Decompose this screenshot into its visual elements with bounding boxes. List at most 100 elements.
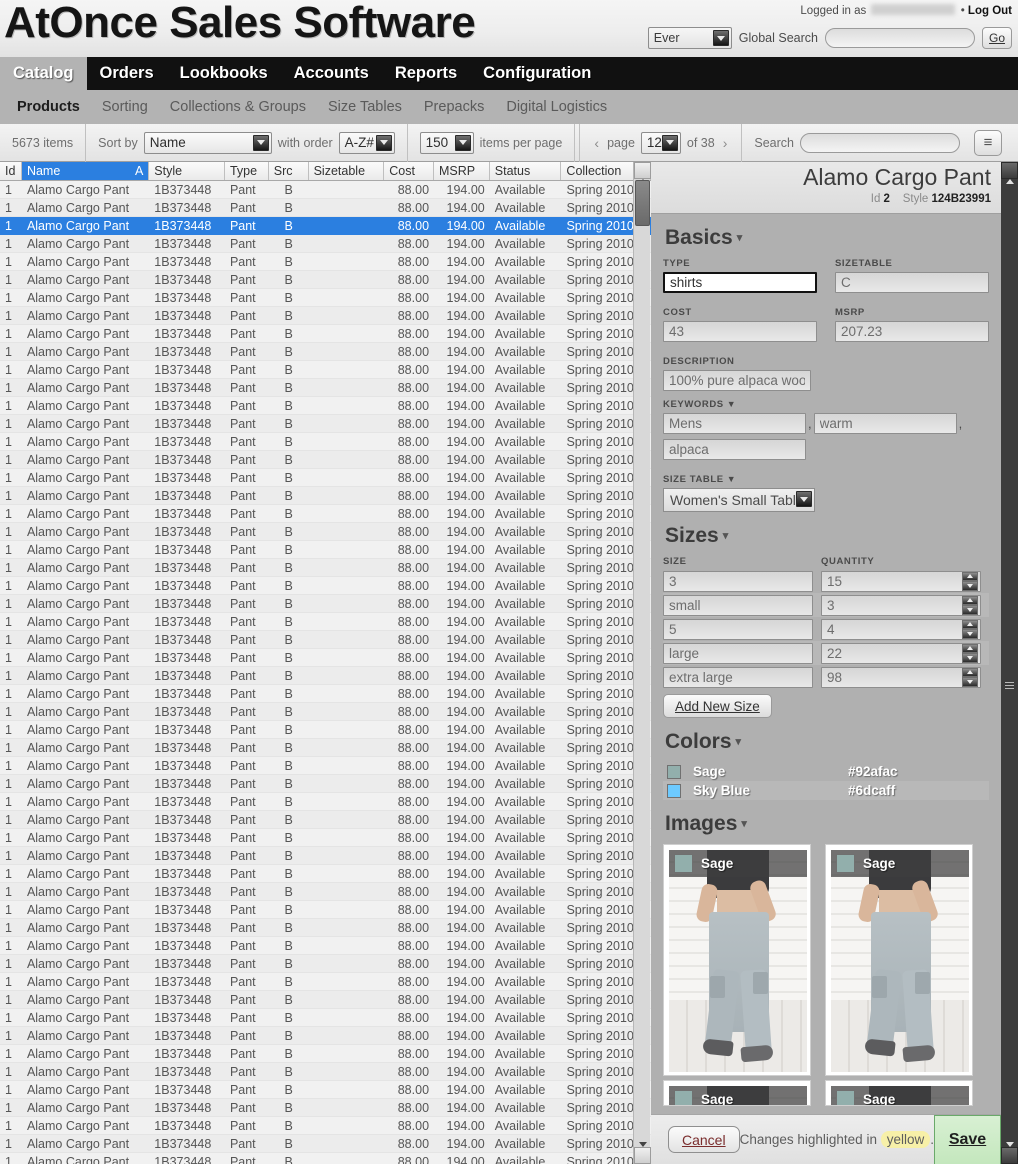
nav-item-reports[interactable]: Reports [382,57,470,90]
image-card[interactable]: Sage [663,1080,811,1106]
detail-vertical-scrollbar[interactable] [1001,162,1018,1164]
table-row[interactable]: 1 Alamo Cargo Pant 1B373448 Pant B 88.00 194.0… [0,829,651,847]
subnav-item-collections-and-groups[interactable]: Collections & Groups [159,99,317,115]
table-row[interactable]: 1 Alamo Cargo Pant 1B373448 Pant B 88.00 194.0… [0,937,651,955]
size-table-select[interactable]: Women's Small Table [663,488,815,512]
stepper-down-icon[interactable] [962,581,978,591]
subnav-item-digital-logistics[interactable]: Digital Logistics [495,99,618,115]
table-row[interactable]: 1 Alamo Cargo Pant 1B373448 Pant B 88.00 194.0… [0,415,651,433]
column-header-style[interactable]: Style [149,162,225,180]
section-header-sizes[interactable]: Sizes ▾ [665,524,989,548]
table-row[interactable]: 1 Alamo Cargo Pant 1B373448 Pant B 88.00 194.0… [0,793,651,811]
quantity-input-3[interactable] [821,642,981,664]
table-row[interactable]: 1 Alamo Cargo Pant 1B373448 Pant B 88.00 194.0… [0,865,651,883]
table-row[interactable]: 1 Alamo Cargo Pant 1B373448 Pant B 88.00 194.0… [0,667,651,685]
column-header-msrp[interactable]: MSRP [434,162,490,180]
quantity-stepper-1[interactable] [962,595,978,615]
table-row[interactable]: 1 Alamo Cargo Pant 1B373448 Pant B 88.00 194.0… [0,1153,651,1164]
table-row[interactable]: 1 Alamo Cargo Pant 1B373448 Pant B 88.00 194.0… [0,847,651,865]
table-row[interactable]: 1 Alamo Cargo Pant 1B373448 Pant B 88.00 194.0… [0,199,651,217]
quantity-input-4[interactable] [821,666,981,688]
image-card[interactable]: Sage [825,844,973,1076]
table-row[interactable]: 1 Alamo Cargo Pant 1B373448 Pant B 88.00 194.0… [0,901,651,919]
table-row[interactable]: 1 Alamo Cargo Pant 1B373448 Pant B 88.00 194.0… [0,361,651,379]
table-row[interactable]: 1 Alamo Cargo Pant 1B373448 Pant B 88.00 194.0… [0,217,651,235]
add-new-size-button[interactable]: Add New Size [663,694,772,718]
table-row[interactable]: 1 Alamo Cargo Pant 1B373448 Pant B 88.00 194.0… [0,883,651,901]
quantity-stepper-3[interactable] [962,643,978,663]
table-row[interactable]: 1 Alamo Cargo Pant 1B373448 Pant B 88.00 194.0… [0,235,651,253]
global-search-scope-select[interactable]: Ever [647,27,732,49]
table-row[interactable]: 1 Alamo Cargo Pant 1B373448 Pant B 88.00 194.0… [0,1081,651,1099]
table-row[interactable]: 1 Alamo Cargo Pant 1B373448 Pant B 88.00 194.0… [0,505,651,523]
stepper-up-icon[interactable] [962,643,978,653]
table-row[interactable]: 1 Alamo Cargo Pant 1B373448 Pant B 88.00 194.0… [0,469,651,487]
size-input-1[interactable] [663,594,813,616]
size-input-3[interactable] [663,642,813,664]
detail-scroll-up-icon[interactable] [1001,162,1018,179]
save-button[interactable]: Save [934,1115,1001,1164]
column-header-status[interactable]: Status [489,162,562,180]
items-per-page-select[interactable]: 150 [419,131,474,154]
table-row[interactable]: 1 Alamo Cargo Pant 1B373448 Pant B 88.00 194.0… [0,739,651,757]
table-row[interactable]: 1 Alamo Cargo Pant 1B373448 Pant B 88.00 194.0… [0,559,651,577]
table-row[interactable]: 1 Alamo Cargo Pant 1B373448 Pant B 88.00 194.0… [0,379,651,397]
nav-item-lookbooks[interactable]: Lookbooks [167,57,281,90]
sizetable-input[interactable] [835,272,989,293]
table-row[interactable]: 1 Alamo Cargo Pant 1B373448 Pant B 88.00 194.0… [0,1135,651,1153]
grid-vertical-scrollbar[interactable] [633,162,651,1164]
global-search-input[interactable] [825,28,975,48]
stepper-up-icon[interactable] [962,619,978,629]
stepper-down-icon[interactable] [962,677,978,687]
table-row[interactable]: 1 Alamo Cargo Pant 1B373448 Pant B 88.00 194.0… [0,181,651,199]
scroll-up-icon[interactable] [634,162,651,179]
table-row[interactable]: 1 Alamo Cargo Pant 1B373448 Pant B 88.00 194.0… [0,1117,651,1135]
table-row[interactable]: 1 Alamo Cargo Pant 1B373448 Pant B 88.00 194.0… [0,631,651,649]
table-row[interactable]: 1 Alamo Cargo Pant 1B373448 Pant B 88.00 194.0… [0,451,651,469]
logout-link[interactable]: Log Out [968,5,1012,17]
section-header-colors[interactable]: Colors ▾ [665,730,989,754]
table-row[interactable]: 1 Alamo Cargo Pant 1B373448 Pant B 88.00 194.0… [0,397,651,415]
table-row[interactable]: 1 Alamo Cargo Pant 1B373448 Pant B 88.00 194.0… [0,1063,651,1081]
color-row[interactable]: Sky Blue #6dcaff [663,781,989,800]
nav-item-accounts[interactable]: Accounts [281,57,382,90]
table-row[interactable]: 1 Alamo Cargo Pant 1B373448 Pant B 88.00 194.0… [0,991,651,1009]
nav-item-configuration[interactable]: Configuration [470,57,604,90]
table-row[interactable]: 1 Alamo Cargo Pant 1B373448 Pant B 88.00 194.0… [0,973,651,991]
keyword-input-1[interactable] [813,413,957,434]
stepper-up-icon[interactable] [962,667,978,677]
cost-input[interactable] [663,321,817,342]
table-row[interactable]: 1 Alamo Cargo Pant 1B373448 Pant B 88.00 194.0… [0,595,651,613]
column-header-src[interactable]: Src [268,162,309,180]
detail-scroll-down-icon[interactable] [1001,1147,1018,1164]
image-card[interactable]: Sage [663,844,811,1076]
table-row[interactable]: 1 Alamo Cargo Pant 1B373448 Pant B 88.00 194.0… [0,523,651,541]
table-row[interactable]: 1 Alamo Cargo Pant 1B373448 Pant B 88.00 194.0… [0,289,651,307]
keyword-input-2[interactable] [663,439,806,460]
subnav-item-prepacks[interactable]: Prepacks [413,99,495,115]
global-search-go-button[interactable]: Go [982,27,1012,49]
table-row[interactable]: 1 Alamo Cargo Pant 1B373448 Pant B 88.00 194.0… [0,721,651,739]
quantity-input-0[interactable] [821,570,981,592]
keyword-input-0[interactable] [663,413,806,434]
stepper-down-icon[interactable] [962,653,978,663]
sort-order-select[interactable]: A-Z# [338,131,395,154]
type-input[interactable] [663,272,817,293]
table-row[interactable]: 1 Alamo Cargo Pant 1B373448 Pant B 88.00 194.0… [0,613,651,631]
table-row[interactable]: 1 Alamo Cargo Pant 1B373448 Pant B 88.00 194.0… [0,487,651,505]
quantity-input-2[interactable] [821,618,981,640]
field-label-size-table[interactable]: Size Table ▼ [663,474,989,485]
field-label-keywords[interactable]: Keywords ▼ [663,399,989,410]
table-row[interactable]: 1 Alamo Cargo Pant 1B373448 Pant B 88.00 194.0… [0,775,651,793]
quantity-stepper-0[interactable] [962,571,978,591]
table-row[interactable]: 1 Alamo Cargo Pant 1B373448 Pant B 88.00 194.0… [0,685,651,703]
quantity-stepper-2[interactable] [962,619,978,639]
nav-item-orders[interactable]: Orders [87,57,167,90]
table-row[interactable]: 1 Alamo Cargo Pant 1B373448 Pant B 88.00 194.0… [0,703,651,721]
stepper-up-icon[interactable] [962,595,978,605]
nav-item-catalog[interactable]: Catalog [0,57,87,90]
column-header-sizetable[interactable]: Sizetable [308,162,385,180]
stepper-up-icon[interactable] [962,571,978,581]
image-card[interactable]: Sage [825,1080,973,1106]
page-number-select[interactable]: 12 [640,131,681,154]
